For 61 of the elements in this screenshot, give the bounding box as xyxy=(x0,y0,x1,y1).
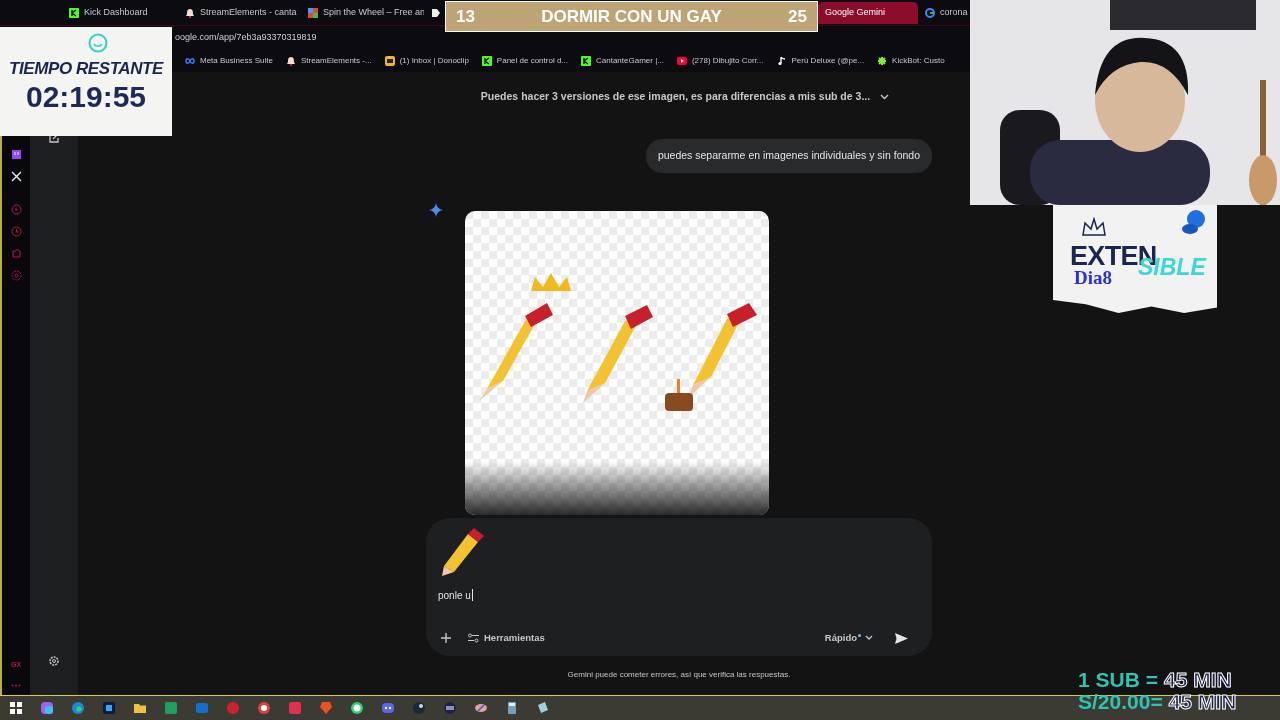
day-label: Dia8 xyxy=(1074,268,1112,288)
infinity-icon xyxy=(185,56,195,66)
letter-k-icon xyxy=(69,7,79,18)
sparkle-icon xyxy=(429,202,443,217)
bookmark[interactable]: (278) Dibujito Corr... xyxy=(676,55,764,67)
message-input[interactable]: ponle u xyxy=(438,587,471,603)
folder-icon[interactable] xyxy=(133,701,147,715)
keyboard-icon[interactable] xyxy=(443,701,457,715)
browser-tab[interactable]: Google Gemini xyxy=(818,1,918,24)
settings-icon[interactable] xyxy=(48,655,60,667)
goal-text: DORMIR CON UN GAY xyxy=(540,5,723,28)
clock-icon[interactable] xyxy=(10,226,22,237)
music-note-icon xyxy=(776,56,787,66)
letter-k-icon xyxy=(481,56,492,66)
tag-icon xyxy=(431,7,441,18)
wheel-icon xyxy=(308,7,318,18)
browser-tab[interactable]: corona xyxy=(918,1,970,24)
browser-tab[interactable]: StreamElements - canta xyxy=(178,1,301,24)
bookmark[interactable]: CantanteGamer |... xyxy=(581,55,664,67)
chevron-down-icon[interactable] xyxy=(880,93,890,100)
address-field[interactable]: oogle.com/app/7eb3a93370319819 xyxy=(175,31,317,45)
x-icon[interactable] xyxy=(10,171,22,182)
play-icon xyxy=(676,56,687,66)
bell-icon xyxy=(185,7,195,18)
tools-button[interactable]: Herramientas xyxy=(468,631,545,646)
goal-target: 25 xyxy=(788,5,807,28)
goal-count: 13 xyxy=(456,5,475,28)
grid-icon[interactable] xyxy=(9,701,23,715)
add-icon[interactable] xyxy=(441,633,451,644)
sliders-icon xyxy=(468,633,479,644)
bookmark[interactable]: Panel de control d... xyxy=(481,55,568,67)
bell-icon xyxy=(285,56,296,66)
twitch-icon[interactable] xyxy=(10,149,22,160)
timer-title: TIEMPO RESTANTE xyxy=(9,58,163,80)
disclaimer-text: Gemini puede cometer errores, así que verifica las respuestas. xyxy=(567,668,791,681)
bookmark[interactable]: Meta Business Suite xyxy=(185,55,273,67)
smiley-icon xyxy=(88,33,108,53)
browser-tab[interactable]: Spin the Wheel – Free an xyxy=(301,1,424,24)
timer-value: 02:19:55 xyxy=(25,81,147,112)
bookmark[interactable]: StreamElements -... xyxy=(285,55,372,67)
letter-k-icon xyxy=(581,56,591,66)
rate-text: 45 MIN xyxy=(1163,669,1232,691)
user-message: puedes separarme en imagenes individuales y sin fondo xyxy=(645,138,932,173)
conversation-title: Puedes hacer 3 versiones de ese imagen, es para diferencias a mis sub de 3... xyxy=(480,89,871,104)
rate-text: S/20.00= xyxy=(1078,691,1163,713)
rate-text: 1 SUB = xyxy=(1078,669,1158,691)
calculator-icon[interactable] xyxy=(505,701,519,715)
bookmark[interactable]: KickBot: Custo xyxy=(877,55,945,67)
bookmark[interactable]: (1) Inbox | Donoclip xyxy=(384,55,469,67)
chevron-down-icon[interactable] xyxy=(865,635,873,642)
more-icon[interactable] xyxy=(11,684,21,687)
clip-icon xyxy=(384,56,395,66)
chat-icon[interactable] xyxy=(350,701,364,715)
mode-selector[interactable]: Rápido xyxy=(824,631,857,646)
g-logo-icon xyxy=(925,7,935,18)
crown-icon xyxy=(1081,217,1107,239)
play-icon[interactable] xyxy=(10,204,22,215)
rate-text: 45 MIN xyxy=(1168,691,1237,713)
browser-tab[interactable]: Kick Dashboard xyxy=(62,1,178,24)
send-icon[interactable] xyxy=(895,632,908,644)
bookmark[interactable]: Perú Deluxe (@pe... xyxy=(776,55,865,67)
